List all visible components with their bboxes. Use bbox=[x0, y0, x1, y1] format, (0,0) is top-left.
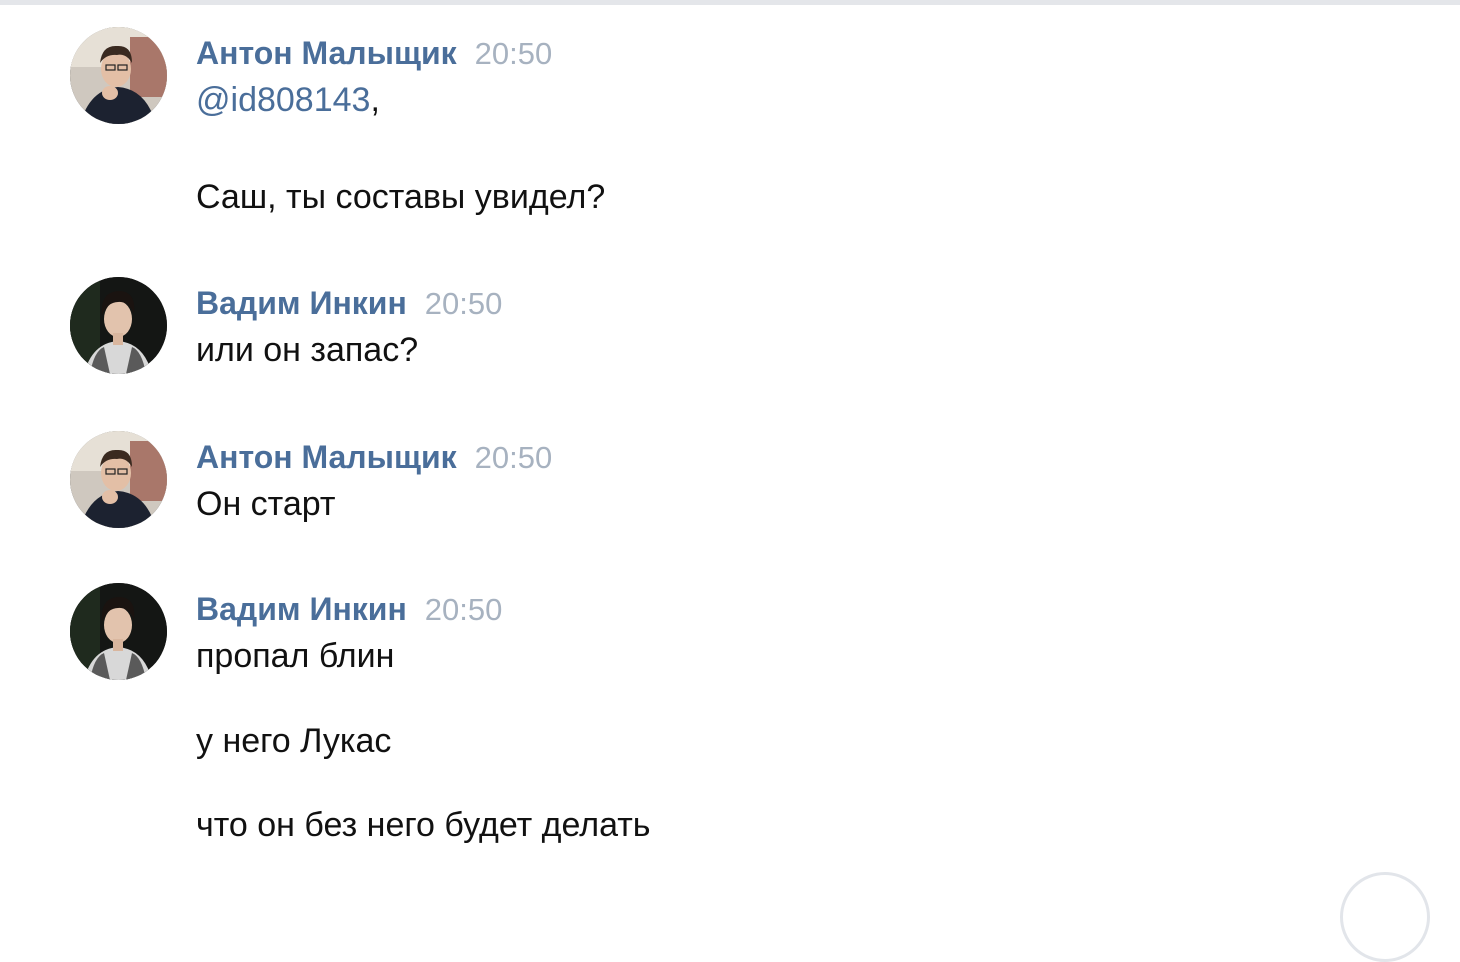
message-item: Вадим Инкин 20:50 или он запас? bbox=[0, 277, 1300, 377]
author-name[interactable]: Вадим Инкин bbox=[196, 591, 407, 627]
message-header: Антон Малыщик 20:50 bbox=[196, 33, 552, 73]
message-header: Антон Малыщик 20:50 bbox=[196, 437, 552, 477]
avatar-anton[interactable] bbox=[70, 27, 167, 124]
message-header: Вадим Инкин 20:50 bbox=[196, 589, 502, 629]
message-time[interactable]: 20:50 bbox=[425, 286, 503, 321]
author-name[interactable]: Вадим Инкин bbox=[196, 285, 407, 321]
avatar-vadim[interactable] bbox=[70, 583, 167, 680]
message-time[interactable]: 20:50 bbox=[475, 36, 553, 71]
message-text: что он без него будет делать bbox=[196, 806, 651, 844]
avatar-anton[interactable] bbox=[70, 431, 167, 528]
user-mention-link[interactable]: @id808143 bbox=[196, 81, 370, 119]
message-text: @id808143, bbox=[196, 79, 380, 121]
message-text: или он запас? bbox=[196, 331, 419, 369]
mention-suffix: , bbox=[370, 81, 380, 119]
message-item: Антон Малыщик 20:50 Он старт bbox=[0, 431, 1300, 531]
message-text: пропал блин bbox=[196, 637, 395, 675]
message-text: Саш, ты составы увидел? bbox=[196, 178, 606, 216]
author-name[interactable]: Антон Малыщик bbox=[196, 35, 457, 71]
message-item: Вадим Инкин 20:50 пропал блин у него Лука… bbox=[0, 583, 1300, 863]
avatar-vadim[interactable] bbox=[70, 277, 167, 374]
message-header: Вадим Инкин 20:50 bbox=[196, 283, 502, 323]
message-time[interactable]: 20:50 bbox=[425, 592, 503, 627]
scroll-down-button[interactable] bbox=[1340, 872, 1430, 962]
message-item: Антон Малыщик 20:50 @id808143, Саш, ты со… bbox=[0, 27, 1300, 227]
message-time[interactable]: 20:50 bbox=[475, 440, 553, 475]
message-text: у него Лукас bbox=[196, 722, 392, 760]
message-text: Он старт bbox=[196, 485, 336, 523]
author-name[interactable]: Антон Малыщик bbox=[196, 439, 457, 475]
chat-history: Антон Малыщик 20:50 @id808143, Саш, ты со… bbox=[0, 0, 1460, 887]
